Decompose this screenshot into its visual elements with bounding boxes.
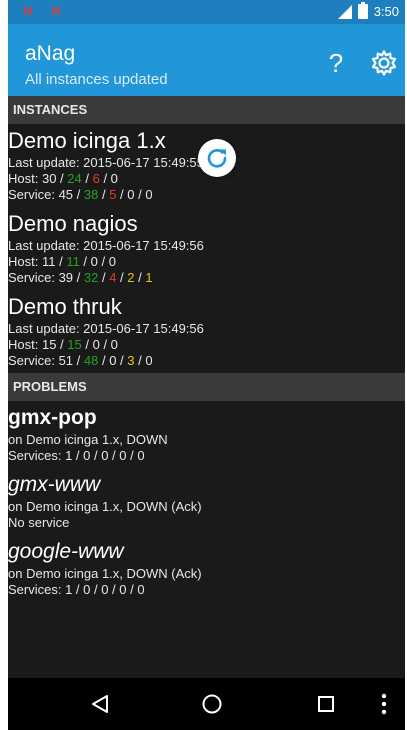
instance-service-stats: Service: 45 / 38 / 5 / 0 / 0: [8, 187, 153, 202]
host-unreachable: 0: [110, 171, 118, 186]
host-total: 15: [41, 337, 57, 352]
host-down: 6: [92, 171, 100, 186]
service-label: Service:: [8, 270, 59, 285]
recents-button[interactable]: [296, 678, 356, 730]
help-button[interactable]: ?: [324, 48, 348, 78]
app-title: aNag: [25, 42, 76, 65]
service-warning: 2: [127, 270, 135, 285]
problem-services: No service: [8, 515, 70, 530]
app-subtitle: All instances updated: [25, 71, 168, 88]
instance-item[interactable]: Demo thruk Last update: 2015-06-17 15:49…: [8, 290, 405, 373]
phone-screen: N N 3:50 aNag All instances updated ? IN…: [8, 0, 405, 730]
problem-host-name: google-www: [8, 540, 124, 563]
service-warning: 0: [127, 187, 135, 202]
notification-icon: N: [51, 4, 61, 18]
notification-icon: N: [23, 4, 33, 18]
refresh-button[interactable]: [198, 139, 236, 177]
service-total: 39: [58, 270, 74, 285]
battery-icon: [357, 2, 368, 19]
instance-item[interactable]: Demo nagios Last update: 2015-06-17 15:4…: [8, 207, 405, 290]
instance-host-stats: Host: 15 / 15 / 0 / 0: [8, 337, 118, 352]
refresh-icon: [207, 149, 227, 168]
instance-service-stats: Service: 39 / 32 / 4 / 2 / 1: [8, 270, 153, 285]
host-label: Host:: [8, 254, 42, 269]
section-header-problems: PROBLEMS: [8, 373, 405, 401]
service-ok: 48: [83, 353, 99, 368]
host-down: 0: [90, 254, 98, 269]
problem-host-name: gmx-pop: [8, 406, 97, 429]
problem-host-name: gmx-www: [8, 473, 101, 496]
service-label: Service:: [8, 187, 59, 202]
service-unknown: 1: [145, 270, 153, 285]
host-down: 0: [92, 337, 100, 352]
service-critical: 0: [109, 353, 117, 368]
settings-button[interactable]: [370, 49, 398, 77]
instance-host-stats: Host: 11 / 11 / 0 / 0: [8, 254, 116, 269]
problem-services: Services: 1 / 0 / 0 / 0 / 0: [8, 448, 145, 463]
section-header-instances: INSTANCES: [8, 96, 405, 124]
gear-icon: [371, 50, 397, 76]
instance-name: Demo nagios: [8, 211, 138, 236]
back-button[interactable]: [70, 678, 130, 730]
service-total: 51: [58, 353, 74, 368]
instance-last-update: Last update: 2015-06-17 15:49:56: [8, 321, 204, 336]
status-bar: N N 3:50: [8, 0, 405, 24]
host-unreachable: 0: [110, 337, 118, 352]
home-button[interactable]: [182, 678, 242, 730]
host-up: 11: [66, 254, 80, 269]
app-bar: aNag All instances updated ?: [8, 24, 405, 96]
service-label: Service:: [8, 353, 59, 368]
instance-list[interactable]: INSTANCES Demo icinga 1.x Last update: 2…: [8, 96, 405, 678]
service-warning: 3: [127, 353, 135, 368]
problem-item[interactable]: gmx-pop on Demo icinga 1.x, DOWN Service…: [8, 401, 405, 468]
problem-services: Services: 1 / 0 / 0 / 0 / 0: [8, 582, 145, 597]
back-icon: [92, 695, 108, 713]
overflow-menu-button[interactable]: [366, 678, 402, 730]
host-label: Host:: [8, 337, 42, 352]
service-unknown: 0: [145, 353, 153, 368]
problem-detail: on Demo icinga 1.x, DOWN (Ack): [8, 499, 202, 514]
host-up: 24: [67, 171, 82, 186]
signal-icon: [337, 4, 352, 19]
clock: 3:50: [373, 4, 399, 19]
problem-detail: on Demo icinga 1.x, DOWN: [8, 432, 168, 447]
service-ok: 32: [83, 270, 99, 285]
navigation-bar: [8, 678, 405, 730]
instance-name: Demo thruk: [8, 294, 122, 319]
home-icon: [202, 694, 222, 714]
problem-detail: on Demo icinga 1.x, DOWN (Ack): [8, 566, 202, 581]
problem-item[interactable]: gmx-www on Demo icinga 1.x, DOWN (Ack) N…: [8, 468, 405, 535]
service-unknown: 0: [145, 187, 153, 202]
instance-service-stats: Service: 51 / 48 / 0 / 3 / 0: [8, 353, 153, 368]
instance-last-update: Last update: 2015-06-17 15:49:56: [8, 238, 204, 253]
status-bar-right: 3:50: [337, 2, 399, 19]
host-unreachable: 0: [108, 254, 116, 269]
recents-icon: [318, 696, 334, 712]
service-critical: 5: [109, 187, 117, 202]
host-total: 30: [41, 171, 57, 186]
host-up: 15: [67, 337, 82, 352]
host-label: Host:: [8, 171, 42, 186]
service-total: 45: [58, 187, 74, 202]
problem-item[interactable]: google-www on Demo icinga 1.x, DOWN (Ack…: [8, 535, 405, 602]
host-total: 11: [41, 254, 56, 269]
service-ok: 38: [83, 187, 99, 202]
service-critical: 4: [109, 270, 117, 285]
overflow-menu-icon: [381, 693, 387, 715]
